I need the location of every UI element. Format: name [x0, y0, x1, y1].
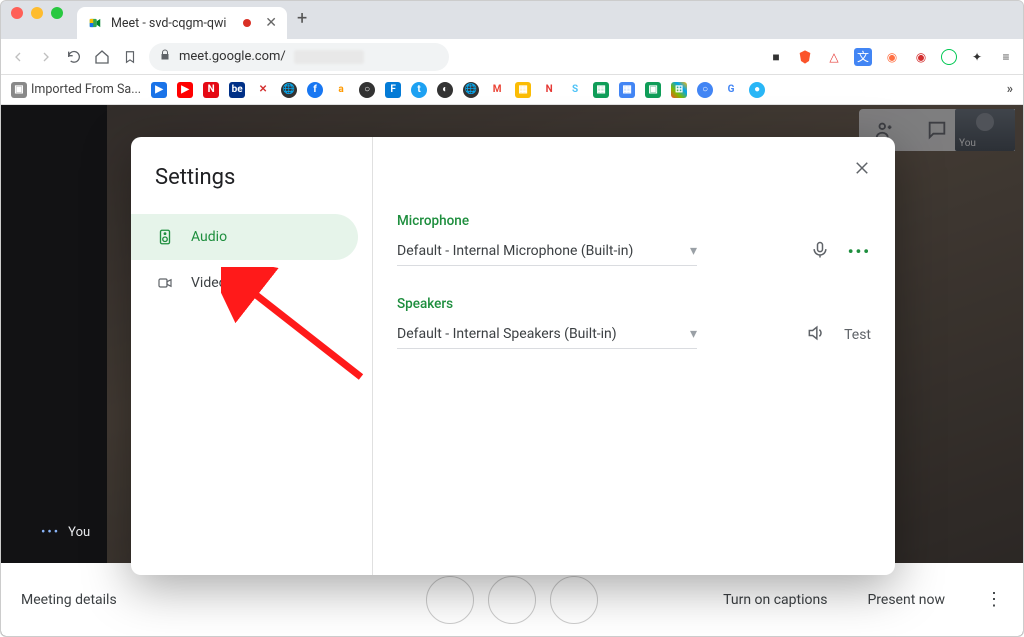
camera-button[interactable]: [550, 576, 598, 624]
extensions-row: ■ △ 文 ◉ ◉ ✦ ≡: [767, 48, 1015, 66]
nav-forward-button[interactable]: [37, 49, 55, 65]
present-button[interactable]: Present now: [867, 592, 945, 608]
bookmarks-bar: ▣ Imported From Sa... ▶ ▶ N be ✕ 🌐 f a ○…: [1, 75, 1023, 105]
bookmark-item[interactable]: M: [489, 82, 505, 98]
settings-nav-audio[interactable]: Audio: [131, 214, 358, 260]
speakers-select[interactable]: Default - Internal Speakers (Built-in) ▾: [397, 320, 697, 349]
volume-icon: [806, 323, 826, 347]
bookmark-item[interactable]: N: [541, 82, 557, 98]
microphone-icon: [810, 240, 830, 264]
you-indicator: ••• You: [41, 525, 90, 540]
bookmark-item[interactable]: ●: [749, 82, 765, 98]
speakers-label: Speakers: [397, 296, 871, 312]
nav-back-button[interactable]: [9, 49, 27, 65]
speaker-icon: [155, 227, 175, 247]
bookmarks-overflow-button[interactable]: »: [1007, 82, 1013, 97]
red-ext-icon[interactable]: ◉: [912, 48, 930, 66]
nav-video-label: Video: [191, 275, 227, 291]
minimize-window-button[interactable]: [31, 7, 43, 19]
speakers-value: Default - Internal Speakers (Built-in): [397, 326, 617, 342]
bookmark-item[interactable]: ⊞: [671, 82, 687, 98]
bookmark-item[interactable]: 🌐: [281, 82, 297, 98]
folder-icon: ▣: [11, 82, 27, 98]
green-ext-icon[interactable]: [941, 49, 957, 65]
captions-button[interactable]: Turn on captions: [723, 592, 827, 608]
test-speakers-button[interactable]: Test: [844, 327, 871, 343]
bookmark-item[interactable]: 🌐: [463, 82, 479, 98]
settings-dialog: Settings Audio Video Microphone: [131, 137, 895, 575]
meet-favicon-icon: [87, 15, 103, 31]
bookmark-item[interactable]: ◐: [437, 82, 453, 98]
lock-icon: [159, 48, 171, 66]
microphone-value: Default - Internal Microphone (Built-in): [397, 243, 633, 259]
brave-ext-icon[interactable]: [796, 48, 814, 66]
nav-home-button[interactable]: [93, 49, 111, 65]
orange-ext-icon[interactable]: ◉: [883, 48, 901, 66]
browser-menu-button[interactable]: ≡: [997, 48, 1015, 66]
new-tab-button[interactable]: +: [287, 8, 317, 33]
bookmark-item[interactable]: ✕: [255, 82, 271, 98]
browser-toolbar: meet.google.com/ ■ △ 文 ◉ ◉ ✦ ≡: [1, 39, 1023, 75]
more-options-button[interactable]: ⋮: [985, 589, 1003, 610]
bookmark-item[interactable]: G: [723, 82, 739, 98]
tab-close-button[interactable]: ✕: [265, 15, 277, 31]
speakers-section: Speakers Default - Internal Speakers (Bu…: [397, 296, 871, 349]
dropdown-arrow-icon: ▾: [690, 326, 697, 342]
close-window-button[interactable]: [11, 7, 23, 19]
bookmark-item[interactable]: ○: [359, 82, 375, 98]
bookmark-item[interactable]: ▦: [515, 82, 531, 98]
camera-indicator-icon[interactable]: ■: [767, 48, 785, 66]
bookmark-item[interactable]: f: [307, 82, 323, 98]
dropdown-arrow-icon: ▾: [690, 243, 697, 259]
video-icon: [155, 275, 175, 291]
settings-title: Settings: [131, 165, 372, 214]
nav-audio-label: Audio: [191, 229, 227, 245]
meeting-details-button[interactable]: Meeting details: [21, 592, 117, 608]
settings-content: Microphone Default - Internal Microphone…: [373, 137, 895, 575]
tab-title: Meet - svd-cqgm-qwi: [111, 16, 226, 31]
microphone-label: Microphone: [397, 213, 871, 229]
mute-button[interactable]: [426, 576, 474, 624]
nav-reload-button[interactable]: [65, 49, 83, 65]
bookmark-item[interactable]: be: [229, 82, 245, 98]
mic-level-indicator: •••: [848, 242, 871, 261]
hangup-button[interactable]: [488, 576, 536, 624]
url-text: meet.google.com/: [179, 49, 286, 64]
address-bar[interactable]: meet.google.com/: [149, 43, 449, 71]
window-titlebar: Meet - svd-cqgm-qwi ✕ +: [1, 1, 1023, 39]
url-blurred-path: [294, 50, 364, 64]
more-dots-icon[interactable]: •••: [41, 525, 60, 540]
bookmark-item[interactable]: S: [567, 82, 583, 98]
window-traffic-lights[interactable]: [11, 1, 77, 39]
bookmark-item[interactable]: t: [411, 82, 427, 98]
settings-nav-video[interactable]: Video: [131, 260, 358, 306]
translate-ext-icon[interactable]: 文: [854, 48, 872, 66]
recording-indicator-icon: [243, 19, 251, 27]
bookmark-item[interactable]: ▦: [593, 82, 609, 98]
bookmark-item[interactable]: ○: [697, 82, 713, 98]
microphone-section: Microphone Default - Internal Microphone…: [397, 213, 871, 266]
bookmark-item[interactable]: N: [203, 82, 219, 98]
bookmarks-folder-label: Imported From Sa...: [31, 82, 141, 97]
maximize-window-button[interactable]: [51, 7, 63, 19]
bookmarks-folder[interactable]: ▣ Imported From Sa...: [11, 82, 141, 98]
bookmark-item[interactable]: ▶: [177, 82, 193, 98]
settings-sidebar: Settings Audio Video: [131, 137, 373, 575]
microphone-select[interactable]: Default - Internal Microphone (Built-in)…: [397, 237, 697, 266]
bookmark-icon[interactable]: [121, 49, 139, 65]
bookmark-item[interactable]: ▦: [619, 82, 635, 98]
triangle-ext-icon[interactable]: △: [825, 48, 843, 66]
bookmark-item[interactable]: a: [333, 82, 349, 98]
extensions-button[interactable]: ✦: [968, 48, 986, 66]
bookmark-item[interactable]: ▶: [151, 82, 167, 98]
bookmark-item[interactable]: F: [385, 82, 401, 98]
bookmark-item[interactable]: ▣: [645, 82, 661, 98]
center-controls: [426, 576, 598, 624]
browser-tab[interactable]: Meet - svd-cqgm-qwi ✕: [77, 7, 287, 39]
dialog-close-button[interactable]: [853, 159, 871, 181]
